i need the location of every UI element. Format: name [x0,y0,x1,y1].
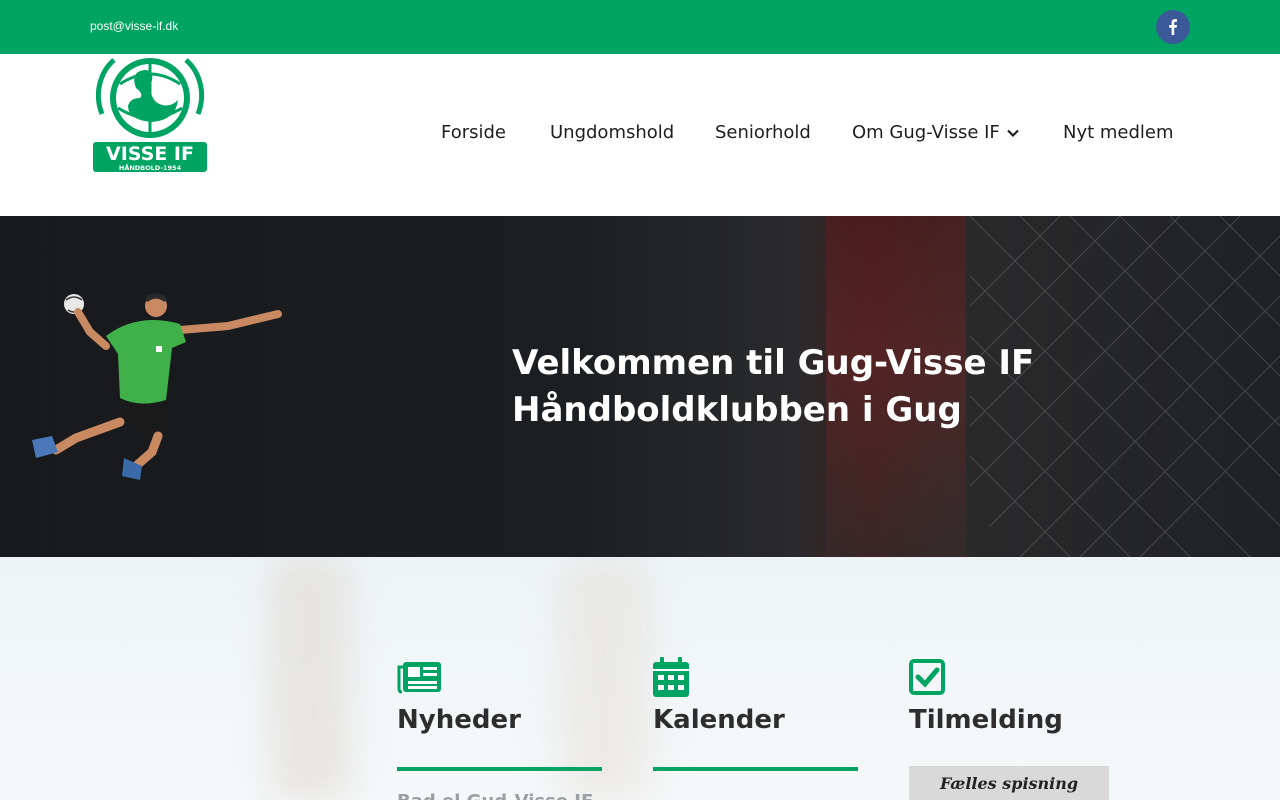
hero-title: Velkommen til Gug-Visse IF Håndboldklubb… [512,340,1034,434]
news-item-title[interactable]: Bad el Gud‑Visse IF [397,791,593,800]
section-kalender: Kalender [653,657,858,771]
background-blur [270,557,350,800]
content-section: Nyheder Bad el Gud‑Visse IF Kalender Til… [0,557,1280,800]
club-logo[interactable]: VISSE IF HÅNDBOLD-1954 [90,54,210,176]
section-divider [653,767,858,771]
checkbox-icon [909,659,945,695]
contact-email-link[interactable]: post@visse-if.dk [90,19,178,33]
calendar-icon [653,657,689,697]
nav-item-forside[interactable]: Forside [441,122,506,143]
section-heading: Tilmelding [909,705,1063,735]
event-title: Fælles spisning [939,774,1079,793]
nav-item-om-label: Om Gug-Visse IF [852,122,1000,143]
hero-banner: Velkommen til Gug-Visse IF Håndboldklubb… [0,216,1280,557]
section-nyheder: Nyheder Bad el Gud‑Visse IF [397,657,602,800]
nav-item-nyt-medlem[interactable]: Nyt medlem [1063,122,1174,143]
nav-item-om-gug-visse[interactable]: Om Gug-Visse IF [852,122,1020,143]
main-navigation: Forside Ungdomshold Seniorhold Om Gug-Vi… [0,122,1280,152]
site-header: VISSE IF HÅNDBOLD-1954 Forside Ungdomsho… [0,54,1280,216]
chevron-down-icon [1007,129,1019,138]
hero-title-line1: Velkommen til Gug-Visse IF [512,343,1035,383]
nav-item-ungdomshold[interactable]: Ungdomshold [550,122,674,143]
section-divider [397,767,602,771]
top-bar: post@visse-if.dk [0,0,1280,54]
nav-item-seniorhold[interactable]: Seniorhold [715,122,811,143]
event-card[interactable]: Fælles spisning [909,766,1109,800]
facebook-icon[interactable] [1156,10,1190,44]
svg-text:HÅNDBOLD-1954: HÅNDBOLD-1954 [119,163,182,172]
section-tilmelding: Tilmelding [909,657,1114,735]
section-heading: Nyheder [397,705,521,735]
newspaper-icon [397,662,441,694]
hero-title-line2: Håndboldklubben i Gug [512,390,962,430]
section-heading: Kalender [653,705,785,735]
handball-player-image [32,293,282,480]
